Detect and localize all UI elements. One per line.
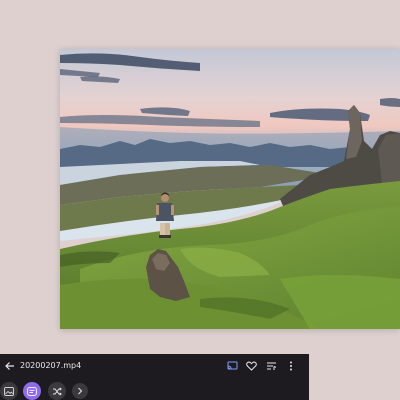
media-player-bar: 20200207.mp4 — [0, 354, 309, 400]
gallery-button[interactable] — [0, 382, 18, 400]
player-controls-row — [0, 382, 309, 400]
next-button[interactable] — [72, 383, 88, 399]
file-name-label: 20200207.mp4 — [20, 361, 82, 370]
cast-icon — [227, 361, 237, 370]
cast-button[interactable] — [225, 359, 239, 373]
heart-icon — [245, 361, 257, 371]
landscape-image — [60, 49, 400, 329]
more-options-button[interactable] — [284, 359, 298, 373]
shuffle-button[interactable] — [48, 382, 66, 400]
image-icon — [4, 386, 14, 396]
chapter-list-icon — [27, 386, 37, 396]
favorite-button[interactable] — [244, 359, 258, 373]
arrow-left-icon — [5, 362, 14, 370]
chevron-right-icon — [78, 387, 83, 395]
landscape-photo — [60, 49, 400, 329]
playlist-icon — [266, 362, 276, 370]
back-button[interactable] — [2, 358, 18, 374]
chapters-button[interactable] — [23, 382, 41, 400]
desktop-background: 20200207.mp4 — [0, 0, 400, 400]
shuffle-icon — [53, 386, 62, 396]
playlist-button[interactable] — [264, 359, 278, 373]
more-vertical-icon — [290, 361, 292, 371]
